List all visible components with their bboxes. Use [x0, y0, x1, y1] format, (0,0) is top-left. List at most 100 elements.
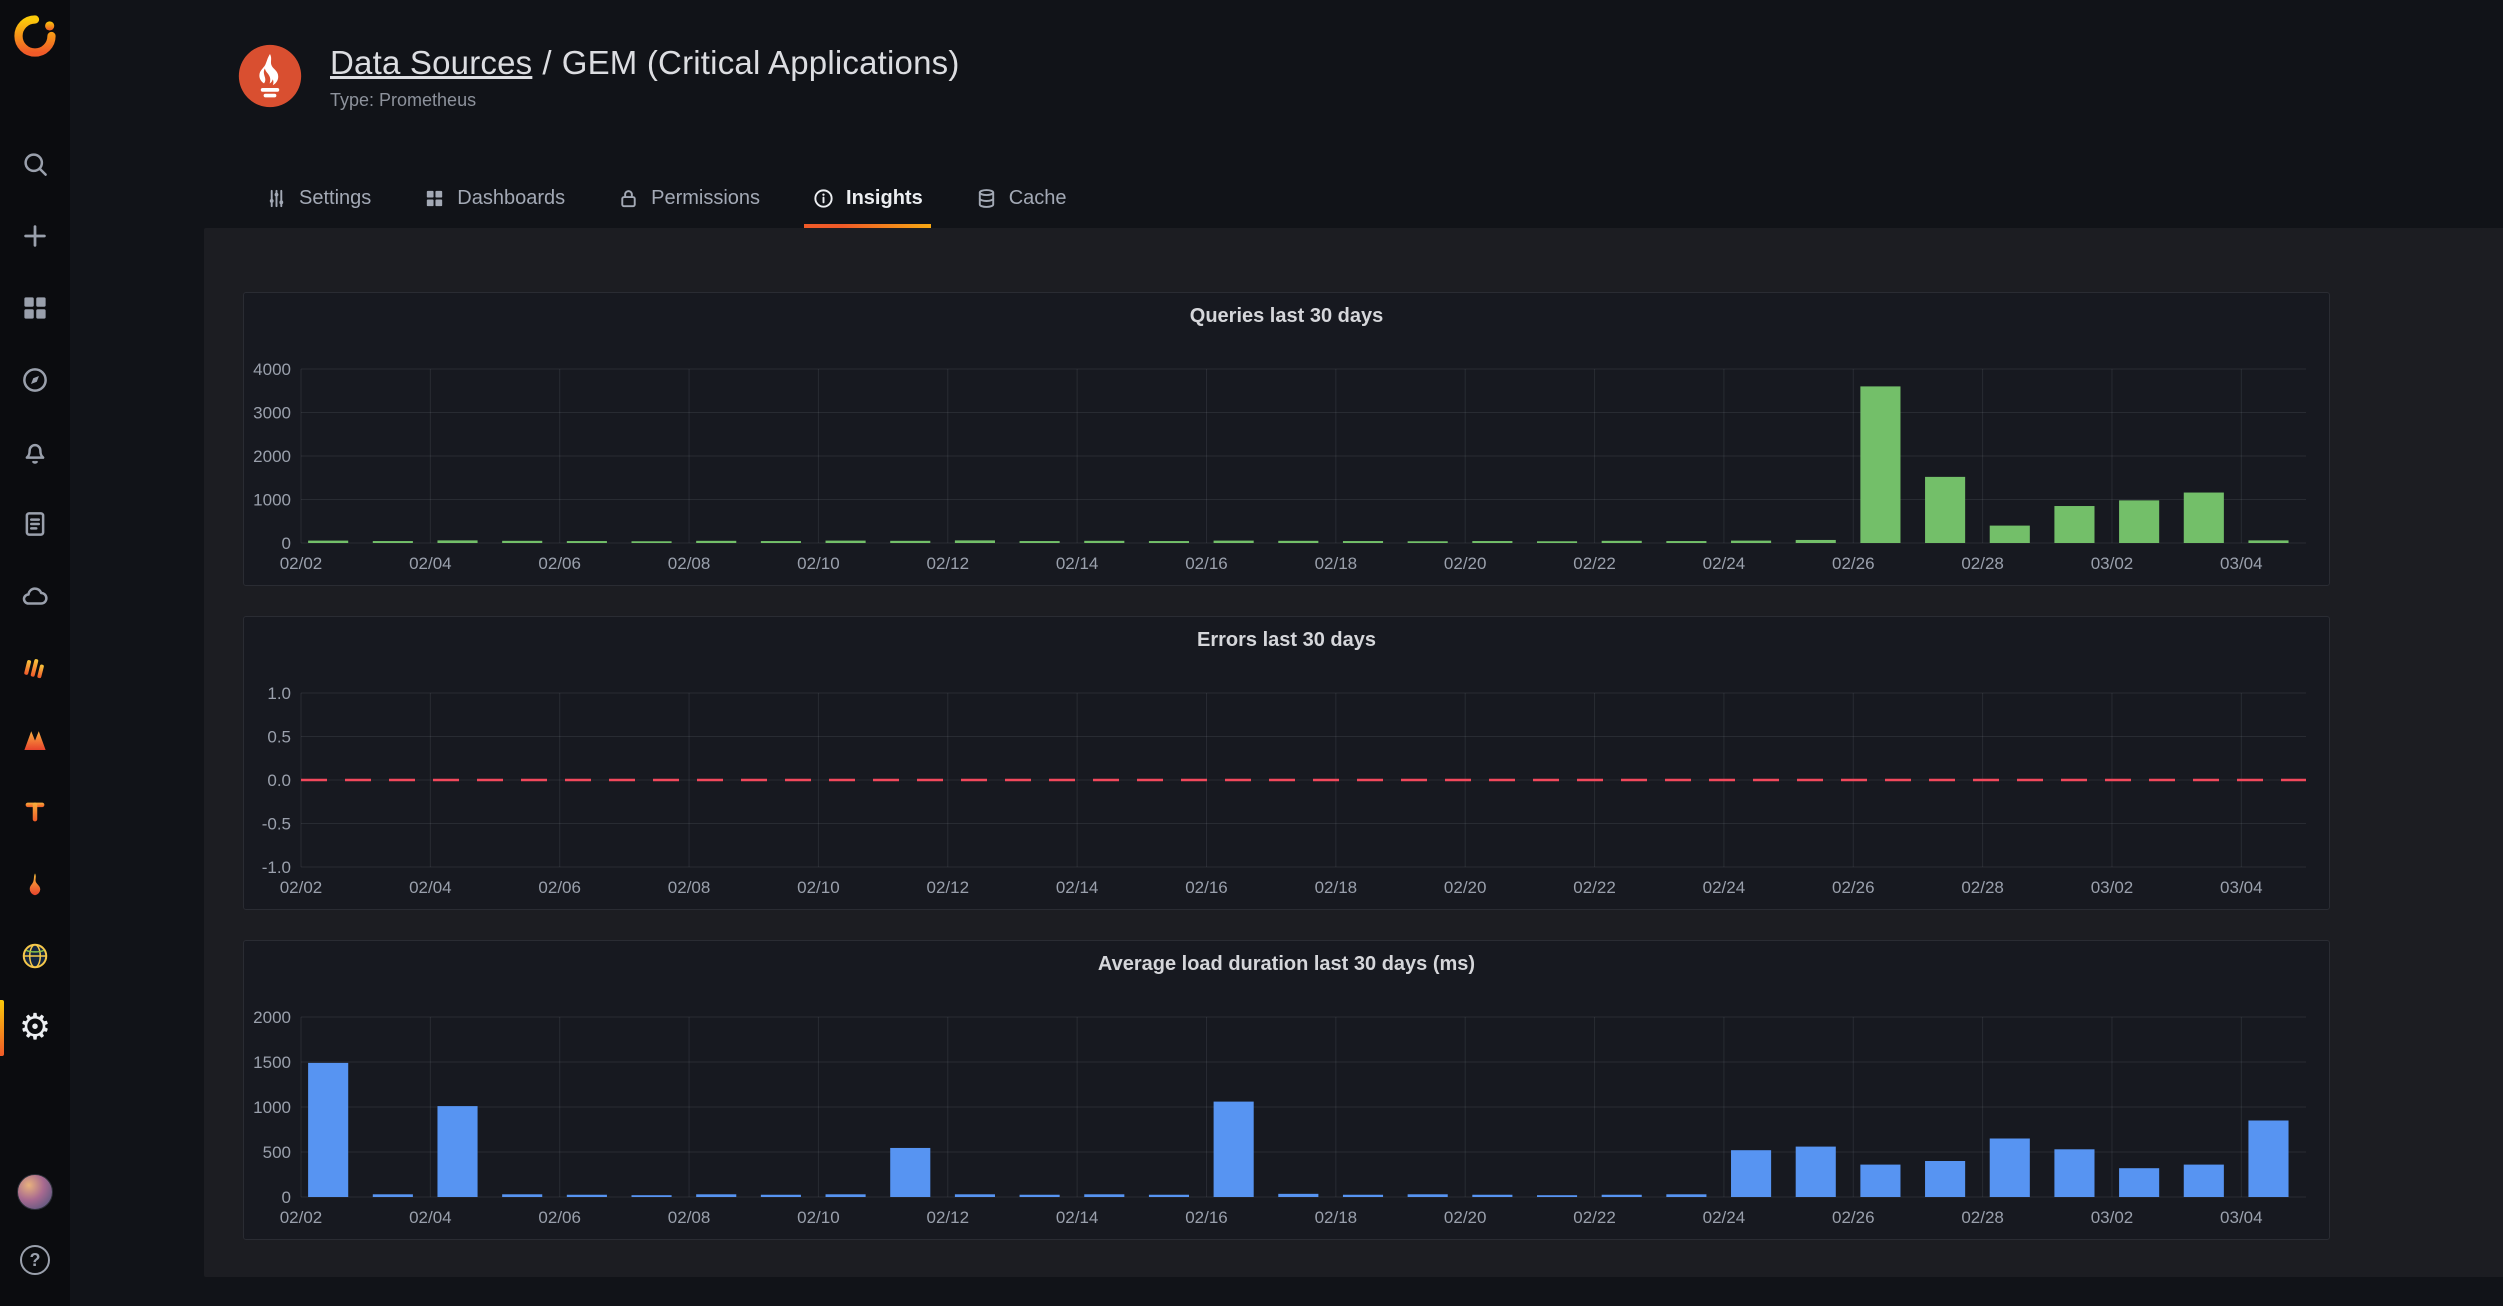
tab-insights-label: Insights	[846, 187, 923, 210]
sidebar-item-alerting[interactable]	[0, 416, 70, 488]
sidebar-item-dashboards[interactable]	[0, 272, 70, 344]
settings-gear-icon: ⚙	[19, 1010, 51, 1046]
svg-text:02/18: 02/18	[1315, 1208, 1358, 1227]
panel-title-load-duration[interactable]: Average load duration last 30 days (ms)	[244, 941, 2329, 987]
svg-text:03/02: 03/02	[2091, 1208, 2134, 1227]
svg-text:02/24: 02/24	[1703, 878, 1746, 897]
panel-body-load-duration: 050010001500200002/0202/0402/0602/0802/1…	[244, 987, 2329, 1239]
flame-app-icon	[20, 869, 50, 899]
errors-line-chart: -1.0-0.50.00.51.002/0202/0402/0602/0802/…	[244, 663, 2329, 909]
panel-title-errors[interactable]: Errors last 30 days	[244, 617, 2329, 663]
svg-text:02/24: 02/24	[1703, 1208, 1746, 1227]
svg-text:02/28: 02/28	[1961, 554, 2004, 573]
svg-text:02/02: 02/02	[280, 554, 323, 573]
svg-text:02/16: 02/16	[1185, 878, 1228, 897]
sidebar-item-mimir-app[interactable]	[0, 704, 70, 776]
svg-text:02/04: 02/04	[409, 1208, 452, 1227]
svg-text:02/04: 02/04	[409, 554, 452, 573]
sidebar-item-create[interactable]	[0, 200, 70, 272]
svg-text:02/12: 02/12	[927, 878, 970, 897]
cloud-icon	[20, 581, 50, 611]
sidebar-item-help[interactable]: ?	[0, 1228, 70, 1292]
svg-text:03/04: 03/04	[2220, 1208, 2263, 1227]
tab-settings-label: Settings	[299, 187, 371, 210]
svg-text:02/20: 02/20	[1444, 1208, 1487, 1227]
panel-load-duration: Average load duration last 30 days (ms) …	[243, 940, 2330, 1240]
sliders-icon	[265, 187, 288, 210]
svg-text:2000: 2000	[253, 1008, 291, 1027]
main-area: Data Sources/GEM (Critical Applications)…	[70, 0, 2503, 1306]
svg-text:02/08: 02/08	[668, 878, 711, 897]
svg-text:02/26: 02/26	[1832, 878, 1875, 897]
sidebar-item-tempo-app[interactable]	[0, 776, 70, 848]
svg-text:02/22: 02/22	[1573, 554, 1616, 573]
svg-text:02/28: 02/28	[1961, 878, 2004, 897]
svg-text:1500: 1500	[253, 1053, 291, 1072]
svg-text:1.0: 1.0	[267, 684, 291, 703]
sidebar-item-docs[interactable]	[0, 488, 70, 560]
tempo-app-icon	[20, 797, 50, 827]
sidebar-item-home[interactable]	[13, 14, 57, 58]
svg-text:02/16: 02/16	[1185, 1208, 1228, 1227]
info-circle-icon	[812, 187, 835, 210]
svg-text:02/10: 02/10	[797, 554, 840, 573]
breadcrumb-datasources-link[interactable]: Data Sources	[330, 44, 532, 81]
database-icon	[975, 187, 998, 210]
panel-errors: Errors last 30 days -1.0-0.50.00.51.002/…	[243, 616, 2330, 910]
svg-text:02/10: 02/10	[797, 878, 840, 897]
svg-text:02/14: 02/14	[1056, 878, 1099, 897]
svg-text:02/18: 02/18	[1315, 878, 1358, 897]
svg-text:03/02: 03/02	[2091, 878, 2134, 897]
tab-permissions[interactable]: Permissions	[609, 187, 768, 228]
panel-body-queries: 0100020003000400002/0202/0402/0602/0802/…	[244, 339, 2329, 585]
breadcrumb-separator: /	[542, 44, 551, 81]
svg-text:02/02: 02/02	[280, 878, 323, 897]
insights-content: Queries last 30 days 0100020003000400002…	[204, 228, 2503, 1277]
plus-icon	[20, 221, 50, 251]
grafana-app: ⚙ ? Data Sources/GEM (Critical Applicati…	[0, 0, 2503, 1306]
tab-cache-label: Cache	[1009, 187, 1067, 210]
svg-text:02/22: 02/22	[1573, 878, 1616, 897]
grafana-logo-icon	[13, 14, 57, 58]
sidebar-item-cloud[interactable]	[0, 560, 70, 632]
svg-text:1000: 1000	[253, 491, 291, 510]
tab-insights[interactable]: Insights	[804, 187, 931, 228]
tab-settings[interactable]: Settings	[257, 187, 379, 228]
dashboards-grid-icon	[20, 293, 50, 323]
tab-permissions-label: Permissions	[651, 187, 760, 210]
svg-text:500: 500	[263, 1143, 291, 1162]
panel-title-queries[interactable]: Queries last 30 days	[244, 293, 2329, 339]
svg-text:2000: 2000	[253, 447, 291, 466]
tab-dashboards[interactable]: Dashboards	[415, 187, 573, 228]
tab-cache[interactable]: Cache	[967, 187, 1075, 228]
lock-icon	[617, 187, 640, 210]
page-header: Data Sources/GEM (Critical Applications)…	[236, 42, 960, 111]
svg-text:02/10: 02/10	[797, 1208, 840, 1227]
svg-text:02/20: 02/20	[1444, 554, 1487, 573]
sidebar-item-globe-app[interactable]	[0, 920, 70, 992]
sidebar-item-oncall-app[interactable]	[0, 848, 70, 920]
search-icon	[20, 149, 50, 179]
svg-text:02/20: 02/20	[1444, 878, 1487, 897]
svg-text:03/04: 03/04	[2220, 878, 2263, 897]
svg-text:02/08: 02/08	[668, 1208, 711, 1227]
sidebar-item-loki-app[interactable]	[0, 632, 70, 704]
datasource-type-subtitle: Type: Prometheus	[330, 90, 960, 111]
help-icon: ?	[20, 1245, 50, 1275]
sidebar-item-explore[interactable]	[0, 344, 70, 416]
svg-text:0: 0	[282, 534, 291, 553]
svg-text:02/04: 02/04	[409, 878, 452, 897]
sidebar-item-configuration[interactable]: ⚙	[0, 992, 70, 1064]
sidebar-item-search[interactable]	[0, 128, 70, 200]
svg-text:02/14: 02/14	[1056, 554, 1099, 573]
sidebar-item-profile[interactable]	[0, 1156, 70, 1228]
load-duration-bar-chart: 050010001500200002/0202/0402/0602/0802/1…	[244, 987, 2329, 1239]
svg-text:-1.0: -1.0	[262, 858, 291, 877]
svg-text:4000: 4000	[253, 360, 291, 379]
compass-icon	[20, 365, 50, 395]
svg-text:02/18: 02/18	[1315, 554, 1358, 573]
svg-text:02/02: 02/02	[280, 1208, 323, 1227]
svg-text:02/12: 02/12	[927, 1208, 970, 1227]
queries-bar-chart: 0100020003000400002/0202/0402/0602/0802/…	[244, 339, 2329, 585]
mimir-app-icon	[20, 725, 50, 755]
